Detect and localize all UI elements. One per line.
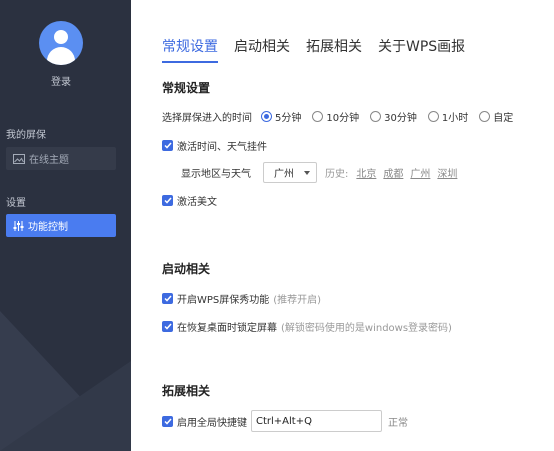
- history-city-link[interactable]: 北京: [356, 165, 376, 180]
- section-my-screensaver: 我的屏保: [6, 130, 46, 141]
- lock-screen-row: 在恢复桌面时锁定屏幕 (解锁密码使用的是windows登录密码): [162, 319, 452, 334]
- radio-1hour[interactable]: 1小时: [427, 109, 468, 124]
- section-title-startup: 启动相关: [162, 262, 211, 276]
- checkbox-article[interactable]: [162, 195, 173, 206]
- hotkey-status: 正常: [388, 417, 408, 429]
- lock-screen-hint: (解锁密码使用的是windows登录密码): [281, 323, 452, 334]
- sidebar-decoration: [0, 361, 131, 451]
- enable-wps-hint: (推荐开启): [273, 295, 322, 306]
- radio-5min[interactable]: 5分钟: [261, 109, 301, 124]
- login-link[interactable]: 登录: [0, 73, 122, 88]
- article-row: 激活美文: [162, 193, 217, 208]
- tab-extension[interactable]: 拓展相关: [306, 36, 362, 56]
- article-label: 激活美文: [177, 197, 217, 208]
- radio-custom[interactable]: 自定: [479, 109, 513, 124]
- section-title-general: 常规设置: [162, 81, 211, 95]
- hotkey-input[interactable]: Ctrl+Alt+Q: [251, 410, 382, 432]
- sliders-icon: [13, 220, 24, 231]
- image-icon: [13, 153, 25, 164]
- section-title-extension: 拓展相关: [162, 384, 211, 398]
- tab-startup[interactable]: 启动相关: [234, 36, 290, 56]
- checkbox-enable-wps[interactable]: [162, 293, 173, 304]
- enter-time-row: 选择屏保进入的时间 5分钟 10分钟 30分钟 1小时 自定: [162, 109, 524, 124]
- history-city-link[interactable]: 广州: [410, 165, 430, 180]
- history-city-link[interactable]: 成都: [383, 165, 403, 180]
- history-label: 历史:: [325, 169, 349, 180]
- tab-bar: 常规设置 启动相关 拓展相关 关于WPS画报: [162, 36, 481, 63]
- tab-about[interactable]: 关于WPS画报: [378, 36, 465, 56]
- weather-widget-label: 激活时间、天气挂件: [177, 142, 267, 153]
- radio-10min[interactable]: 10分钟: [312, 109, 359, 124]
- lock-screen-label: 在恢复桌面时锁定屏幕: [177, 323, 277, 334]
- sidebar-item-feature-control[interactable]: 功能控制: [6, 214, 116, 237]
- history-city-link[interactable]: 深圳: [437, 165, 457, 180]
- tab-general[interactable]: 常规设置: [162, 36, 218, 63]
- sidebar-item-label: 功能控制: [28, 222, 68, 233]
- main-panel: 常规设置 启动相关 拓展相关 关于WPS画报 常规设置 选择屏保进入的时间 5分…: [131, 0, 554, 451]
- checkbox-lock-screen[interactable]: [162, 321, 173, 332]
- weather-widget-row: 激活时间、天气挂件: [162, 138, 267, 153]
- sidebar: 登录 我的屏保 在线主题 设置 功能控制: [0, 0, 131, 451]
- checkbox-weather-widget[interactable]: [162, 140, 173, 151]
- hotkey-label: 启用全局快捷键: [177, 417, 247, 429]
- enable-wps-label: 开启WPS屏保秀功能: [177, 295, 270, 306]
- region-row: 显示地区与天气 广州 历史: 北京 成都 广州 深圳: [181, 162, 464, 183]
- enter-time-label: 选择屏保进入的时间: [162, 113, 252, 124]
- checkbox-hotkey[interactable]: [162, 415, 173, 427]
- region-label: 显示地区与天气: [181, 169, 251, 180]
- enable-wps-row: 开启WPS屏保秀功能 (推荐开启): [162, 291, 321, 306]
- region-select[interactable]: 广州: [263, 162, 317, 183]
- sidebar-item-online-theme[interactable]: 在线主题: [6, 147, 116, 170]
- radio-30min[interactable]: 30分钟: [370, 109, 417, 124]
- chevron-down-icon: [304, 170, 310, 175]
- avatar[interactable]: [39, 21, 83, 65]
- sidebar-item-label: 在线主题: [29, 155, 69, 166]
- user-icon: [54, 30, 68, 44]
- hotkey-row: 启用全局快捷键 Ctrl+Alt+Q 正常: [162, 410, 408, 432]
- section-settings: 设置: [6, 198, 26, 209]
